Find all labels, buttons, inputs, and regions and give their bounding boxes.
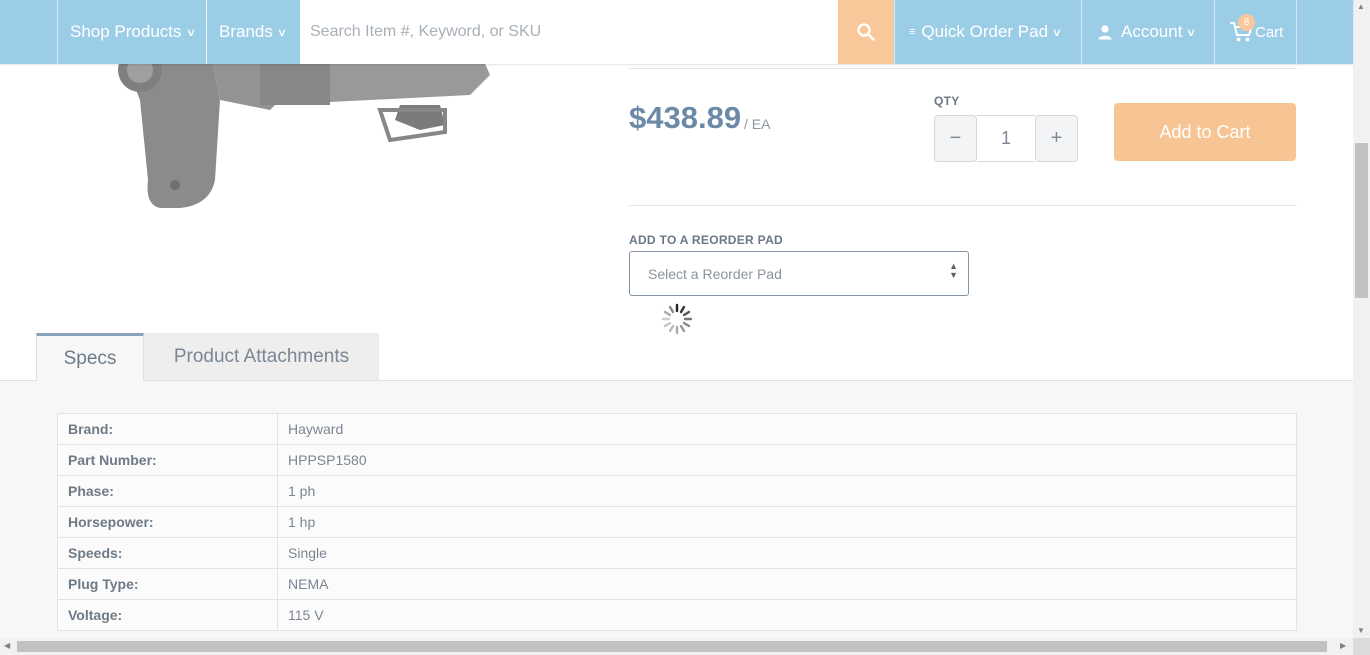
chevron-down-icon: ∨ (185, 26, 196, 39)
spec-value: Hayward (277, 413, 1297, 445)
list-icon: ≡ (909, 26, 916, 38)
spec-value: HPPSP1580 (277, 444, 1297, 476)
shop-products-menu[interactable]: Shop Products ∨ (57, 0, 207, 64)
spec-key: Voltage: (57, 599, 278, 631)
chevron-down-icon: ∨ (1186, 26, 1197, 39)
table-row: Voltage: 115 V (57, 599, 1297, 631)
scroll-down-arrow-icon[interactable]: ▼ (1357, 626, 1365, 635)
table-row: Part Number: HPPSP1580 (57, 444, 1297, 476)
quick-order-pad-menu[interactable]: ≡ Quick Order Pad ∨ (894, 0, 1081, 64)
account-label: Account (1121, 22, 1183, 41)
search-button[interactable] (838, 0, 894, 64)
cart-label: Cart (1255, 23, 1284, 41)
loading-spinner-icon (661, 303, 693, 335)
qty-input[interactable] (977, 115, 1035, 162)
qty-increment-button[interactable]: + (1035, 115, 1078, 162)
specs-table: Brand: Hayward Part Number: HPPSP1580 Ph… (57, 413, 1297, 631)
shop-products-label: Shop Products (70, 22, 182, 41)
spec-value: Single (277, 537, 1297, 569)
spec-key: Horsepower: (57, 506, 278, 538)
plus-icon: + (1050, 127, 1063, 149)
price-unit: / EA (744, 116, 771, 132)
specs-panel: Brand: Hayward Part Number: HPPSP1580 Ph… (0, 380, 1353, 641)
chevron-down-icon: ∨ (1051, 26, 1063, 39)
vertical-scrollbar-thumb[interactable] (1355, 143, 1368, 298)
tab-product-attachments[interactable]: Product Attachments (144, 333, 379, 380)
brands-menu[interactable]: Brands ∨ (206, 0, 300, 64)
spec-value: 115 V (277, 599, 1297, 631)
divider (629, 64, 1297, 69)
user-icon (1098, 25, 1112, 40)
scroll-left-arrow-icon[interactable]: ◀ (4, 641, 10, 650)
select-arrows-icon: ▲ ▼ (949, 261, 958, 280)
quick-order-pad-label: Quick Order Pad (921, 22, 1049, 41)
spec-key: Brand: (57, 413, 278, 445)
cart-link[interactable]: Cart (1214, 0, 1297, 64)
reorder-pad-label: ADD TO A REORDER PAD (629, 233, 784, 247)
scrollbar-corner (1353, 638, 1370, 655)
search-input[interactable] (300, 0, 838, 64)
reorder-pad-placeholder: Select a Reorder Pad (648, 265, 782, 282)
vertical-scrollbar[interactable] (1353, 0, 1370, 638)
brands-label: Brands (219, 22, 273, 41)
qty-decrement-button[interactable]: − (934, 115, 977, 162)
scroll-right-arrow-icon[interactable]: ▶ (1340, 641, 1346, 650)
top-navigation-bar: Shop Products ∨ Brands ∨ ≡ Quick Order P… (0, 0, 1353, 64)
spec-key: Speeds: (57, 537, 278, 569)
table-row: Plug Type: NEMA (57, 568, 1297, 600)
minus-icon: − (949, 127, 962, 149)
qty-label: QTY (934, 94, 960, 108)
scroll-up-arrow-icon[interactable]: ▲ (1357, 2, 1365, 11)
add-to-cart-button[interactable]: Add to Cart (1114, 103, 1296, 161)
tab-specs[interactable]: Specs (36, 333, 144, 381)
spec-value: 1 ph (277, 475, 1297, 507)
product-price: $438.89 (629, 100, 742, 135)
account-menu[interactable]: Account ∨ (1081, 0, 1215, 64)
spec-key: Phase: (57, 475, 278, 507)
product-image (118, 48, 490, 208)
spec-key: Plug Type: (57, 568, 278, 600)
table-row: Phase: 1 ph (57, 475, 1297, 507)
spec-value: 1 hp (277, 506, 1297, 538)
table-row: Brand: Hayward (57, 413, 1297, 445)
table-row: Speeds: Single (57, 537, 1297, 569)
chevron-down-icon: ∨ (276, 26, 288, 39)
divider (629, 205, 1297, 206)
reorder-pad-select[interactable]: Select a Reorder Pad ▲ ▼ (629, 251, 969, 296)
search-icon (857, 23, 875, 41)
cart-count-badge: 8 (1238, 14, 1255, 31)
table-row: Horsepower: 1 hp (57, 506, 1297, 538)
spec-key: Part Number: (57, 444, 278, 476)
horizontal-scrollbar-thumb[interactable] (17, 641, 1327, 652)
spec-value: NEMA (277, 568, 1297, 600)
